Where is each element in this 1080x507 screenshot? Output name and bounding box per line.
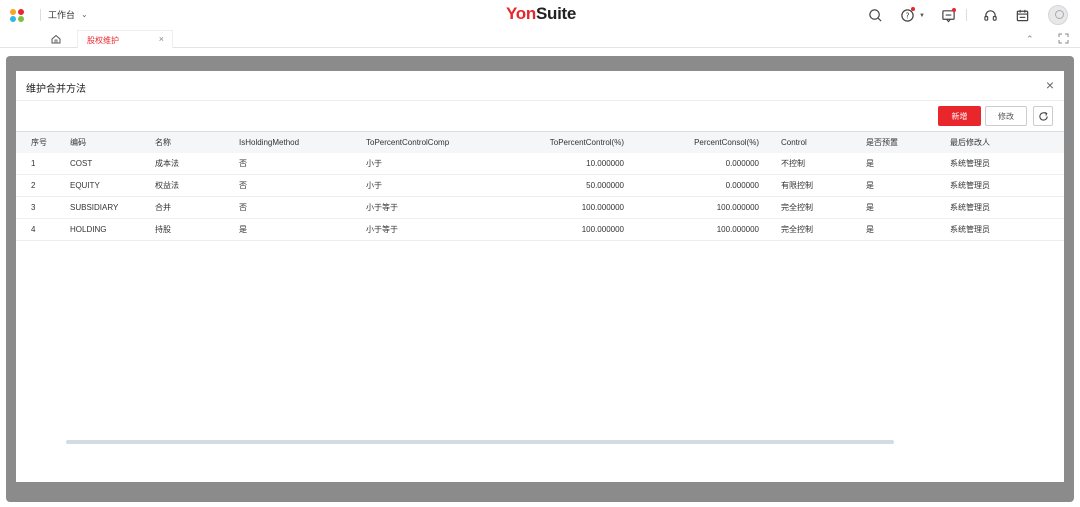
divider — [40, 9, 41, 21]
table-row[interactable]: 4 HOLDING 持股 是 小于等于 100.000000 100.00000… — [16, 219, 1064, 241]
cell-topercentcontrolcomp: 小于 — [366, 158, 382, 168]
cell-isholdingmethod: 否 — [239, 181, 247, 190]
cell-name: 权益法 — [155, 181, 179, 190]
column-header-topercentcontrol[interactable]: ToPercentControl(%) — [506, 132, 624, 153]
top-bar: 工作台 ⌄ YonSuite ? ▼ — [0, 0, 1080, 30]
cell-percentconsol: 0.000000 — [725, 158, 759, 168]
cell-isholdingmethod: 否 — [239, 203, 247, 212]
column-header-last-modified-by[interactable]: 最后修改人 — [928, 132, 1064, 153]
cell-name: 成本法 — [155, 158, 179, 168]
help-dropdown-icon[interactable]: ▼ — [919, 13, 925, 19]
table-row[interactable]: 1 COST 成本法 否 小于 10.000000 0.000000 不控制 是… — [16, 153, 1064, 175]
chevron-down-icon: ⌄ — [81, 10, 88, 19]
column-header-isholdingmethod[interactable]: IsHoldingMethod — [239, 132, 366, 153]
cell-last-modified-by: 系统管理员 — [950, 181, 990, 190]
cell-preset: 是 — [866, 158, 874, 168]
cell-topercentcontrolcomp: 小于 — [366, 181, 382, 190]
home-icon[interactable] — [50, 33, 62, 45]
divider — [16, 100, 1064, 101]
cell-control: 完全控制 — [781, 203, 813, 212]
message-icon[interactable] — [940, 7, 956, 23]
cell-name: 合并 — [155, 203, 171, 212]
cell-index: 4 — [31, 225, 36, 234]
svg-text:?: ? — [905, 11, 909, 20]
cell-control: 不控制 — [781, 158, 805, 168]
cell-isholdingmethod: 否 — [239, 158, 247, 168]
consolidation-method-dialog: 维护合并方法 × 新增 修改 序号 编码 名称 IsHoldingMethod … — [16, 71, 1064, 482]
refresh-icon[interactable] — [1033, 106, 1053, 126]
collapse-icon[interactable]: ⌃ — [1026, 34, 1034, 45]
cell-code: HOLDING — [70, 225, 107, 234]
table-row[interactable]: 2 EQUITY 权益法 否 小于 50.000000 0.000000 有限控… — [16, 175, 1064, 197]
column-header-topercentcontrolcomp[interactable]: ToPercentControlComp — [366, 132, 506, 153]
tab-equity-maintenance[interactable]: 股权维护 × — [77, 30, 173, 48]
column-header-index[interactable]: 序号 — [16, 132, 70, 153]
cell-last-modified-by: 系统管理员 — [950, 158, 990, 168]
workbench-label: 工作台 — [48, 10, 76, 20]
column-header-name[interactable]: 名称 — [155, 132, 239, 153]
cell-name: 持股 — [155, 225, 171, 234]
column-header-code[interactable]: 编码 — [70, 132, 155, 153]
cell-percentconsol: 0.000000 — [725, 181, 759, 190]
fullscreen-icon[interactable] — [1058, 33, 1069, 44]
column-header-preset[interactable]: 是否预置 — [844, 132, 928, 153]
cell-index: 3 — [31, 203, 36, 212]
cell-topercentcontrol: 100.000000 — [581, 203, 624, 212]
table-row[interactable]: 3 SUBSIDIARY 合并 否 小于等于 100.000000 100.00… — [16, 197, 1064, 219]
headset-icon[interactable] — [982, 7, 998, 23]
add-button[interactable]: 新增 — [938, 106, 981, 126]
cell-control: 完全控制 — [781, 225, 813, 234]
cell-percentconsol: 100.000000 — [716, 203, 759, 212]
table-header-row: 序号 编码 名称 IsHoldingMethod ToPercentContro… — [16, 131, 1064, 153]
cell-topercentcontrol: 50.000000 — [586, 181, 624, 190]
brand-logo: YonSuite — [506, 4, 577, 23]
cell-preset: 是 — [866, 225, 874, 234]
horizontal-scrollbar[interactable] — [66, 440, 894, 444]
search-icon[interactable] — [867, 7, 883, 23]
cell-control: 有限控制 — [781, 181, 813, 190]
avatar[interactable] — [1048, 5, 1068, 25]
cell-topercentcontrol: 100.000000 — [581, 225, 624, 234]
cell-last-modified-by: 系统管理员 — [950, 203, 990, 212]
divider — [966, 9, 967, 21]
cell-percentconsol: 100.000000 — [716, 225, 759, 234]
cell-index: 1 — [31, 158, 36, 168]
methods-table: 序号 编码 名称 IsHoldingMethod ToPercentContro… — [16, 131, 1064, 241]
close-icon[interactable]: × — [1046, 77, 1054, 93]
tab-bar: 股权维护 × ⌃ — [0, 30, 1080, 48]
cell-preset: 是 — [866, 181, 874, 190]
cell-code: SUBSIDIARY — [70, 203, 119, 212]
column-header-percentconsol[interactable]: PercentConsol(%) — [624, 132, 759, 153]
cell-topercentcontrolcomp: 小于等于 — [366, 203, 398, 212]
column-header-control[interactable]: Control — [759, 132, 844, 153]
dialog-title: 维护合并方法 — [26, 84, 86, 95]
tab-label: 股权维护 — [87, 36, 119, 45]
cell-topercentcontrol: 10.000000 — [586, 158, 624, 168]
cell-isholdingmethod: 是 — [239, 225, 247, 234]
cell-preset: 是 — [866, 203, 874, 212]
workbench-menu[interactable]: 工作台 ⌄ — [48, 8, 88, 21]
help-icon[interactable]: ? — [899, 7, 915, 23]
cell-topercentcontrolcomp: 小于等于 — [366, 225, 398, 234]
cell-index: 2 — [31, 181, 36, 190]
edit-button[interactable]: 修改 — [985, 106, 1027, 126]
cell-code: EQUITY — [70, 181, 100, 190]
cell-last-modified-by: 系统管理员 — [950, 225, 990, 234]
cell-code: COST — [70, 158, 93, 168]
close-icon[interactable]: × — [159, 34, 164, 44]
app-logo-icon[interactable] — [10, 9, 26, 22]
calendar-icon[interactable] — [1014, 7, 1030, 23]
